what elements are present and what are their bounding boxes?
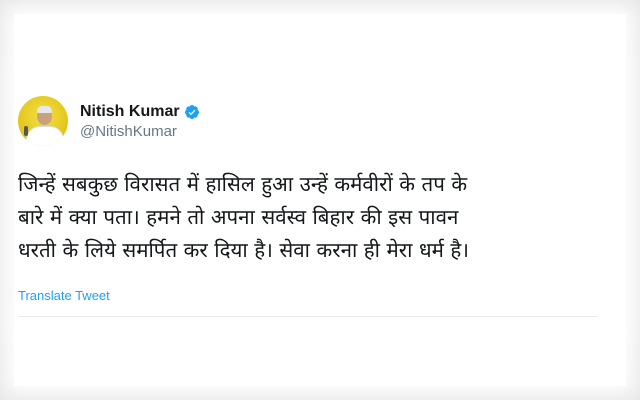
tweet-text-line: बारे में क्या पता। हमने तो अपना सर्वस्व … (18, 205, 459, 229)
screenshot-background: Nitish Kumar @NitishKumar जिन्हें सबकुछ … (0, 0, 640, 400)
avatar-microphone (24, 126, 28, 136)
author-handle[interactable]: @NitishKumar (80, 123, 200, 140)
tweet-text-line: जिन्हें सबकुछ विरासत में हासिल हुआ उन्हे… (18, 172, 468, 196)
tweet-text-line: धरती के लिये समर्पित कर दिया है। सेवा कर… (18, 238, 470, 262)
author-display-name[interactable]: Nitish Kumar (80, 103, 180, 121)
avatar-figure-hair (37, 106, 52, 113)
tweet-header: Nitish Kumar @NitishKumar (18, 96, 200, 146)
profile-avatar[interactable] (18, 96, 68, 146)
verified-badge-icon (184, 104, 200, 120)
avatar-figure-body (26, 126, 64, 146)
translate-tweet-link[interactable]: Translate Tweet (18, 288, 110, 303)
display-name-row: Nitish Kumar (80, 103, 200, 121)
tweet-divider (18, 316, 598, 317)
author-names: Nitish Kumar @NitishKumar (80, 103, 200, 140)
tweet-body: जिन्हें सबकुछ विरासत में हासिल हुआ उन्हे… (18, 168, 610, 267)
